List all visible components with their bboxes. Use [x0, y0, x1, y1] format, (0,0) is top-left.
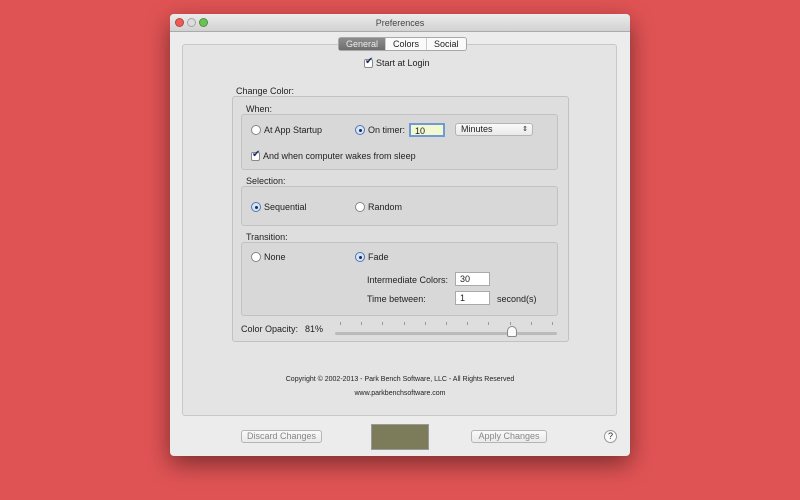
slider-tick: [424, 322, 426, 325]
radio-icon: [355, 252, 365, 262]
color-opacity-slider[interactable]: [335, 322, 557, 338]
change-color-label: Change Color:: [236, 86, 295, 96]
radio-icon: [251, 252, 261, 262]
selection-label: Selection:: [246, 176, 286, 186]
start-at-login-checkbox[interactable]: Start at Login: [364, 56, 430, 68]
radio-icon: [251, 125, 261, 135]
random-radio[interactable]: Random: [355, 202, 402, 212]
wake-label: And when computer wakes from sleep: [263, 151, 416, 161]
color-opacity-value: 81%: [305, 324, 324, 334]
intermediate-colors-input[interactable]: 30: [455, 272, 490, 286]
random-label: Random: [368, 202, 403, 212]
sequential-label: Sequential: [264, 202, 307, 212]
sequential-radio[interactable]: Sequential: [251, 202, 307, 212]
time-between-label: Time between:: [367, 294, 426, 304]
timer-unit-value: Minutes: [461, 124, 493, 134]
checkbox-icon: [251, 149, 260, 161]
none-label: None: [264, 252, 286, 262]
chevron-updown-icon: ⇕: [522, 126, 528, 133]
website-link[interactable]: www.parkbenchsoftware.com: [170, 390, 630, 397]
intermediate-colors-label: Intermediate Colors:: [367, 275, 449, 285]
fade-radio[interactable]: Fade: [355, 252, 389, 262]
checkbox-icon: [364, 56, 373, 68]
at-app-startup-radio[interactable]: At App Startup: [251, 125, 322, 135]
slider-tick: [488, 322, 490, 325]
minimize-button[interactable]: [187, 18, 196, 27]
slider-tick: [467, 322, 469, 325]
slider-tick: [509, 322, 511, 325]
slider-tick: [552, 322, 553, 325]
slider-tick: [361, 322, 363, 325]
on-timer-label: On timer:: [368, 125, 406, 135]
color-opacity-label: Color Opacity:: [241, 324, 299, 334]
fade-label: Fade: [368, 252, 389, 262]
slider-tick: [446, 322, 447, 325]
when-label: When:: [246, 104, 273, 114]
tab-general[interactable]: General: [339, 38, 386, 50]
tab-bar: General Colors Social: [338, 37, 467, 51]
tab-colors[interactable]: Colors: [385, 38, 426, 50]
slider-thumb[interactable]: [506, 326, 517, 337]
radio-icon: [355, 202, 365, 212]
preferences-window: Preferences General Colors Social Start …: [170, 14, 630, 456]
none-radio[interactable]: None: [251, 252, 286, 262]
slider-tick: [340, 322, 341, 325]
at-app-startup-label: At App Startup: [264, 125, 323, 135]
wake-checkbox[interactable]: And when computer wakes from sleep: [251, 149, 416, 161]
time-unit-label: second(s): [497, 294, 537, 304]
window-title: Preferences: [375, 18, 425, 28]
slider-tick: [403, 322, 405, 325]
timer-value-input[interactable]: 10: [409, 123, 445, 137]
zoom-button[interactable]: [199, 18, 208, 27]
color-preview-swatch: [371, 424, 429, 450]
timer-unit-select[interactable]: Minutes ⇕: [455, 123, 533, 136]
title-bar: Preferences: [170, 14, 630, 32]
copyright-text: Copyright © 2002-2013 - Park Bench Softw…: [285, 376, 515, 383]
help-button[interactable]: ?: [604, 430, 617, 443]
radio-icon: [251, 202, 261, 212]
close-button[interactable]: [175, 18, 184, 27]
apply-changes-button[interactable]: Apply Changes: [471, 430, 547, 443]
on-timer-radio[interactable]: On timer:: [355, 125, 405, 135]
discard-changes-button[interactable]: Discard Changes: [241, 430, 322, 443]
slider-tick: [530, 322, 532, 325]
tab-social[interactable]: Social: [426, 38, 466, 50]
radio-icon: [355, 125, 365, 135]
transition-label: Transition:: [246, 232, 288, 242]
start-at-login-label: Start at Login: [376, 58, 430, 68]
slider-track: [335, 332, 557, 335]
time-between-input[interactable]: 1: [455, 291, 490, 305]
slider-tick: [382, 322, 384, 325]
